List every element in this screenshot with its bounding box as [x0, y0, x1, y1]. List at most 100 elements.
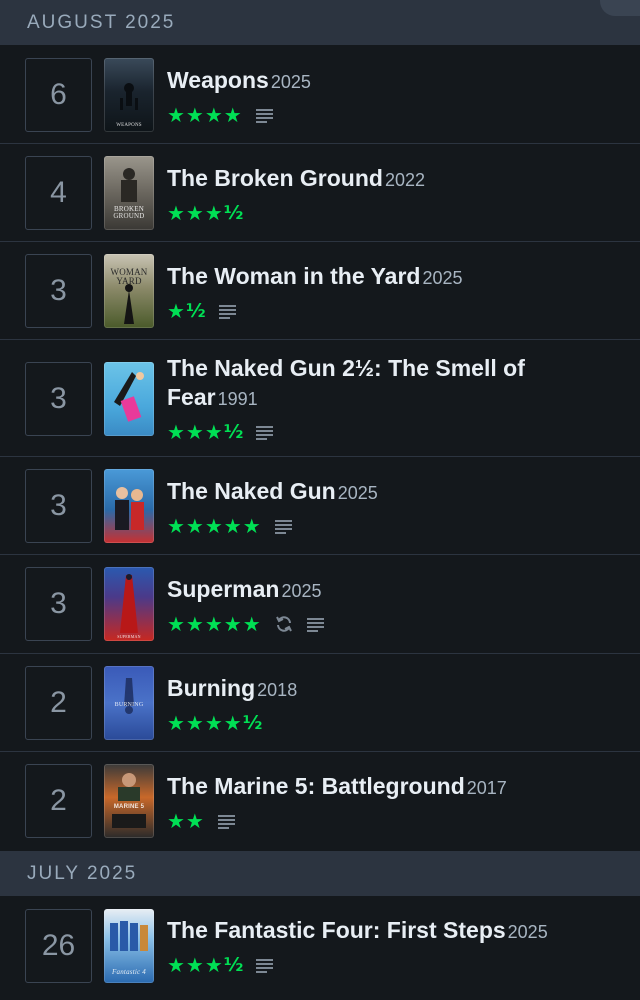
rating-row: ★★★ ½ — [167, 201, 620, 225]
film-year[interactable]: 2025 — [508, 922, 548, 942]
diary-entry[interactable]: 3 The Naked Gun 2½: The Smell of Fear 199… — [0, 340, 640, 457]
poster-caption: WEAPONS — [116, 123, 142, 128]
diary-entry[interactable]: 2 BURNING Burning 2018 ★★★★ ½ — [0, 654, 640, 752]
diary-entry[interactable]: 6 WEAPONS Weapons 2025 ★★★★ — [0, 46, 640, 144]
film-title-row: The Broken Ground 2022 — [167, 164, 620, 195]
star-rating: ★★★★ — [167, 103, 243, 127]
film-year[interactable]: 1991 — [218, 389, 258, 409]
day-number[interactable]: 2 — [25, 764, 92, 838]
review-lines-icon[interactable] — [217, 813, 237, 829]
film-year[interactable]: 2018 — [257, 680, 297, 700]
half-star: ½ — [242, 712, 263, 734]
film-year[interactable]: 2025 — [281, 581, 321, 601]
film-title[interactable]: The Marine 5: Battleground — [167, 773, 465, 799]
review-lines-icon[interactable] — [218, 303, 238, 319]
star-rating: ★★★ — [167, 201, 224, 225]
half-star: ½ — [223, 954, 244, 976]
day-number[interactable]: 4 — [25, 156, 92, 230]
poster-art — [115, 487, 144, 530]
half-star: ½ — [223, 202, 244, 224]
poster-art — [124, 284, 134, 324]
film-title[interactable]: Weapons — [167, 67, 269, 93]
day-number[interactable]: 2 — [25, 666, 92, 740]
star-rating: ★★ — [167, 809, 205, 833]
film-title[interactable]: The Fantastic Four: First Steps — [167, 917, 506, 943]
poster-marine-5[interactable]: MARINE 5 — [104, 764, 154, 838]
day-number[interactable]: 26 — [25, 909, 92, 983]
poster-broken-ground[interactable]: BROKEN GROUND — [104, 156, 154, 230]
day-number[interactable]: 3 — [25, 362, 92, 436]
poster-art — [112, 773, 146, 828]
rating-row: ★ ½ — [167, 299, 620, 323]
film-title[interactable]: Burning — [167, 675, 255, 701]
film-title-row: The Marine 5: Battleground 2017 — [167, 772, 620, 803]
poster-caption: BURNING — [114, 702, 144, 708]
poster-superman[interactable]: SUPERMAN — [104, 567, 154, 641]
star-rating: ★ — [167, 299, 186, 323]
star-rating: ★★★★ — [167, 711, 243, 735]
day-number[interactable]: 6 — [25, 58, 92, 132]
film-title-row: The Fantastic Four: First Steps 2025 — [167, 916, 620, 947]
month-label: JULY 2025 — [27, 862, 138, 884]
diary-entry[interactable]: 3 WOMAN YARD The Woman in the Yard 2025 ★… — [0, 242, 640, 340]
poster-woman-in-the-yard[interactable]: WOMAN YARD — [104, 254, 154, 328]
film-title-row: Superman 2025 — [167, 575, 620, 606]
rating-row: ★★★★ — [167, 103, 620, 127]
day-number[interactable]: 3 — [25, 567, 92, 641]
review-lines-icon[interactable] — [255, 957, 275, 973]
film-title-row: The Naked Gun 2½: The Smell of Fear 1991 — [167, 354, 620, 414]
month-label: AUGUST 2025 — [27, 11, 176, 33]
poster-caption: BROKEN GROUND — [113, 205, 145, 220]
star-rating: ★★★★★ — [167, 612, 262, 636]
film-year[interactable]: 2025 — [422, 268, 462, 288]
poster-art — [120, 83, 138, 110]
poster-caption: SUPERMAN — [117, 634, 141, 639]
day-number[interactable]: 3 — [25, 254, 92, 328]
diary-entry[interactable]: 3 The Naked Gun 2025 ★★★★★ — [0, 457, 640, 555]
review-lines-icon[interactable] — [255, 424, 275, 440]
poster-naked-gun-2-half[interactable] — [104, 362, 154, 436]
poster-naked-gun[interactable] — [104, 469, 154, 543]
rewatch-icon[interactable] — [274, 614, 294, 634]
month-header-august: AUGUST 2025 — [0, 0, 640, 45]
review-lines-icon[interactable] — [255, 107, 275, 123]
film-year[interactable]: 2017 — [467, 778, 507, 798]
header-chip — [600, 0, 640, 16]
poster-fantastic-four[interactable]: Fantastic 4 — [104, 909, 154, 983]
film-year[interactable]: 2022 — [385, 170, 425, 190]
rating-row: ★★ — [167, 809, 620, 833]
poster-art — [114, 372, 144, 422]
poster-weapons[interactable]: WEAPONS — [104, 58, 154, 132]
film-title[interactable]: Superman — [167, 576, 279, 602]
review-lines-icon[interactable] — [306, 616, 326, 632]
poster-art — [120, 574, 138, 633]
diary-entry[interactable]: 3 SUPERMAN Superman 2025 ★★★★★ — [0, 555, 640, 654]
half-star: ½ — [223, 421, 244, 443]
review-lines-icon[interactable] — [274, 518, 294, 534]
film-title[interactable]: The Broken Ground — [167, 165, 383, 191]
star-rating: ★★★ — [167, 953, 224, 977]
film-year[interactable]: 2025 — [271, 72, 311, 92]
film-year[interactable]: 2025 — [338, 483, 378, 503]
film-title[interactable]: The Naked Gun — [167, 478, 336, 504]
film-title-row: The Woman in the Yard 2025 — [167, 262, 620, 293]
diary-entry[interactable]: 4 BROKEN GROUND The Broken Ground 2022 ★★… — [0, 144, 640, 242]
month-header-july: JULY 2025 — [0, 851, 640, 896]
rating-row: ★★★ ½ — [167, 953, 620, 977]
poster-caption: MARINE 5 — [113, 804, 145, 810]
star-rating: ★★★ — [167, 420, 224, 444]
half-star: ½ — [185, 300, 206, 322]
diary-entry[interactable]: 26 Fantastic 4 The Fantastic Four: First… — [0, 896, 640, 1000]
poster-burning[interactable]: BURNING — [104, 666, 154, 740]
rating-row: ★★★ ½ — [167, 420, 620, 444]
diary-entry[interactable]: 2 MARINE 5 The Marine 5: Battleground 201… — [0, 752, 640, 850]
rating-row: ★★★★ ½ — [167, 711, 620, 735]
film-title-row: The Naked Gun 2025 — [167, 477, 620, 508]
poster-caption: WOMAN YARD — [110, 267, 148, 286]
film-title[interactable]: The Woman in the Yard — [167, 263, 420, 289]
film-title-row: Weapons 2025 — [167, 66, 620, 97]
poster-caption: Fantastic 4 — [112, 968, 146, 976]
day-number[interactable]: 3 — [25, 469, 92, 543]
star-rating: ★★★★★ — [167, 514, 262, 538]
rating-row: ★★★★★ — [167, 514, 620, 538]
